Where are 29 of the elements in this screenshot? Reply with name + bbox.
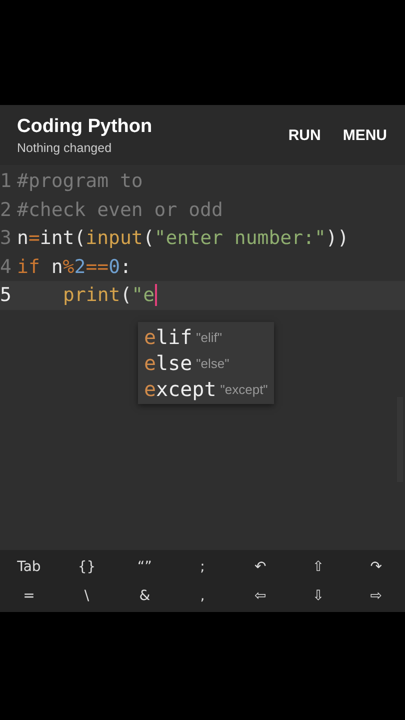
key-button[interactable]: ⇦ (231, 581, 290, 610)
code-line: #program to (17, 170, 143, 192)
status-text: Nothing changed (17, 140, 113, 154)
text-cursor (154, 284, 157, 306)
key-button[interactable]: ↷ (347, 552, 405, 581)
key-button[interactable]: ⇩ (289, 581, 348, 610)
key-button[interactable]: Tab (0, 552, 58, 581)
key-button[interactable]: & (116, 581, 174, 610)
code-line: print("e (62, 284, 157, 306)
line-number: 3 (0, 227, 12, 250)
line-number: 1 (0, 170, 12, 192)
key-button[interactable]: = (0, 581, 58, 610)
key-button[interactable]: ; (174, 552, 232, 581)
key-button[interactable]: ↶ (231, 552, 290, 581)
line-number: 2 (0, 198, 12, 221)
code-line: n=int(input("enter number:")) (17, 227, 349, 250)
line-number: 4 (0, 256, 12, 278)
line-number: 5 (0, 284, 12, 306)
key-button[interactable]: ⇨ (347, 581, 405, 610)
key-button[interactable]: {} (58, 552, 116, 581)
key-button[interactable]: ⇧ (289, 552, 348, 581)
app-title: Coding Python (17, 116, 152, 138)
code-line: #check even or odd (17, 198, 223, 221)
code-line: if n%2==0: (17, 256, 132, 278)
key-button[interactable]: “” (116, 552, 174, 581)
action-button[interactable]: MENU (336, 122, 393, 148)
key-button[interactable]: \ (58, 581, 116, 610)
key-button[interactable]: , (174, 581, 232, 610)
action-button[interactable]: RUN (282, 122, 327, 148)
